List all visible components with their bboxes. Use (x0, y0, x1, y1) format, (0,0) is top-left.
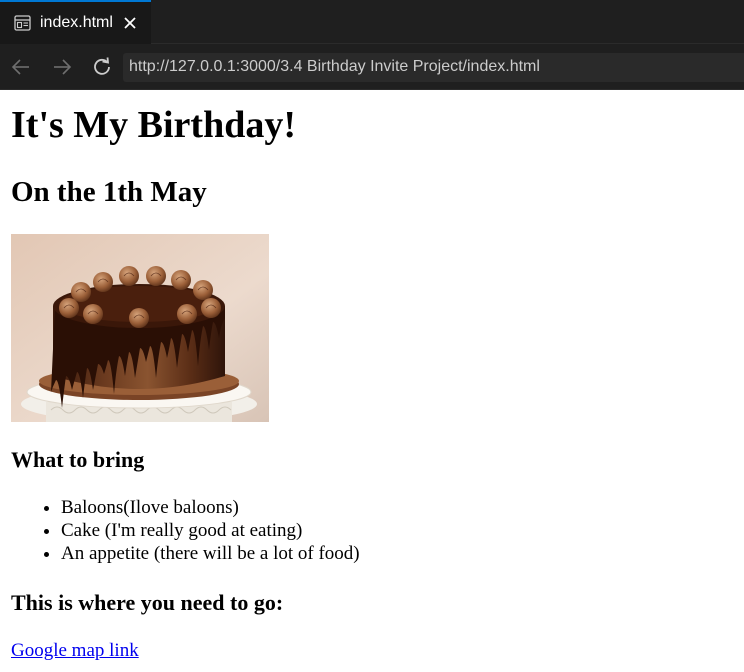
page-content: It's My Birthday! On the 1th May What to… (0, 90, 744, 672)
tab-index-html[interactable]: index.html (0, 0, 151, 44)
navigation-bar: http://127.0.0.1:3000/3.4 Birthday Invit… (0, 44, 744, 90)
cake-image (11, 234, 269, 422)
forward-arrow-icon[interactable] (51, 56, 73, 78)
list-item: Cake (I'm really good at eating) (61, 519, 360, 542)
back-arrow-icon[interactable] (10, 56, 32, 78)
what-to-bring-heading: What to bring (11, 447, 145, 472)
list-item: An appetite (there will be a lot of food… (61, 542, 360, 565)
directions-heading: This is where you need to go: (11, 590, 284, 615)
preview-icon (14, 15, 31, 31)
list-item: Baloons(Ilove baloons) (61, 496, 360, 519)
google-map-link[interactable]: Google map link (11, 639, 139, 663)
bring-list: Baloons(Ilove baloons) Cake (I'm really … (61, 496, 360, 565)
page-title: It's My Birthday! (11, 104, 296, 146)
tab-title: index.html (40, 14, 113, 31)
address-bar[interactable]: http://127.0.0.1:3000/3.4 Birthday Invit… (123, 53, 744, 82)
page-subtitle: On the 1th May (11, 176, 207, 208)
reload-icon[interactable] (91, 56, 113, 78)
tab-bar: index.html (0, 0, 744, 44)
close-icon[interactable] (122, 15, 138, 31)
